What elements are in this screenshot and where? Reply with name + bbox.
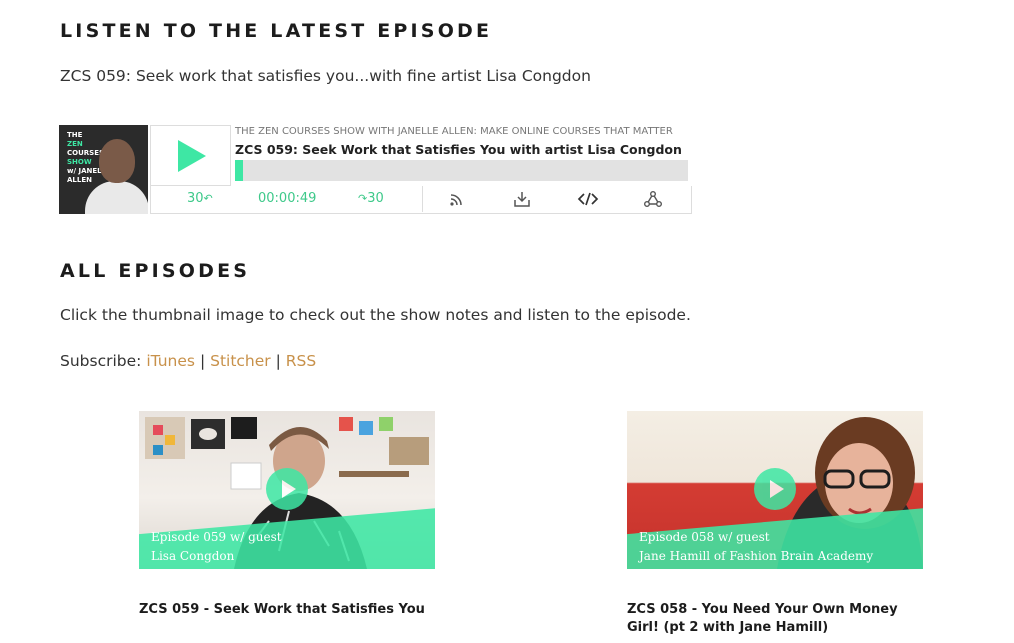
- forward-30-button[interactable]: ↷30: [358, 191, 384, 206]
- embed-icon[interactable]: [577, 190, 599, 208]
- episode-title: ZCS 059: Seek Work that Satisfies You wi…: [235, 142, 682, 157]
- rewind-30-button[interactable]: 30↶: [187, 191, 213, 206]
- rewind-icon: ↶: [203, 192, 213, 205]
- download-icon[interactable]: [513, 190, 535, 208]
- episode-caption: Episode 058 w/ guest Jane Hamill of Fash…: [639, 530, 874, 563]
- itunes-link[interactable]: iTunes: [146, 352, 195, 370]
- player-controls: 30↶ 00:00:49 ↷30: [150, 186, 692, 214]
- show-title: THE ZEN COURSES SHOW WITH JANELLE ALLEN:…: [235, 126, 673, 137]
- episode-title-link[interactable]: ZCS 058 - You Need Your Own Money Girl! …: [627, 601, 927, 637]
- play-icon: [178, 140, 206, 172]
- play-button[interactable]: [150, 125, 231, 186]
- share-icon[interactable]: [643, 190, 665, 208]
- progress-bar[interactable]: [235, 160, 688, 181]
- rss-link[interactable]: RSS: [286, 352, 316, 370]
- forward-icon: ↷: [358, 192, 368, 205]
- episode-title-link[interactable]: ZCS 059 - Seek Work that Satisfies You: [139, 601, 439, 619]
- episode-thumbnail[interactable]: Episode 059 w/ guest Lisa Congdon: [139, 411, 435, 569]
- podcast-player: THE ZEN COURSES SHOW w/ JANELLE ALLEN TH…: [59, 125, 692, 214]
- rss-icon[interactable]: [448, 190, 470, 208]
- episode-thumbnail[interactable]: Episode 058 w/ guest Jane Hamill of Fash…: [627, 411, 923, 569]
- subscribe-label: Subscribe:: [60, 352, 142, 370]
- link-separator: |: [275, 352, 281, 370]
- current-time: 00:00:49: [258, 191, 317, 206]
- subscribe-line: Subscribe: iTunes | Stitcher | RSS: [60, 352, 316, 370]
- all-episodes-intro: Click the thumbnail image to check out t…: [60, 306, 691, 324]
- progress-fill: [235, 160, 243, 181]
- play-icon: [266, 468, 308, 510]
- host-photo-body: [85, 181, 148, 214]
- stitcher-link[interactable]: Stitcher: [210, 352, 271, 370]
- latest-episode-heading: LISTEN TO THE LATEST EPISODE: [60, 20, 493, 42]
- podcast-cover-art: THE ZEN COURSES SHOW w/ JANELLE ALLEN: [59, 125, 148, 214]
- controls-divider: [422, 186, 423, 212]
- episode-caption: Episode 059 w/ guest Lisa Congdon: [151, 530, 282, 563]
- link-separator: |: [199, 352, 206, 370]
- host-photo-face: [99, 139, 135, 183]
- play-icon: [754, 468, 796, 510]
- all-episodes-heading: ALL EPISODES: [60, 260, 251, 282]
- latest-episode-subtitle: ZCS 059: Seek work that satisfies you...…: [60, 67, 591, 85]
